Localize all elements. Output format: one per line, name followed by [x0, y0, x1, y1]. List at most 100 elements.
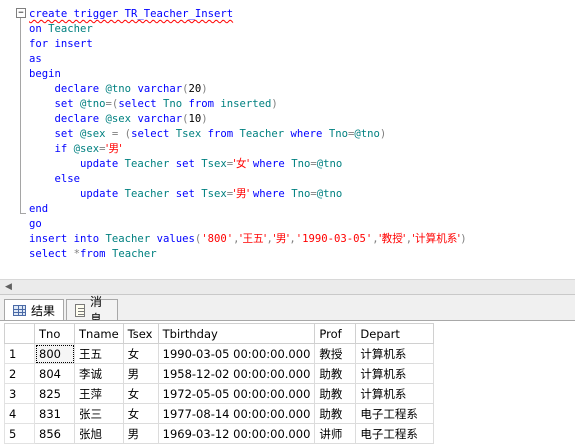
grid-cell[interactable]: 王五	[74, 343, 124, 364]
grid-cell[interactable]: 助教	[314, 383, 357, 404]
code-token: Tno	[291, 188, 311, 200]
grid-cell[interactable]: 女	[122, 343, 159, 364]
grid-cell[interactable]: 1969-03-12 00:00:00.000	[157, 423, 316, 444]
results-grid: Tno Tname Tsex Tbirthday Prof Depart 1 8…	[4, 323, 435, 444]
code-token: begin	[29, 68, 61, 80]
code-token: 20	[188, 83, 202, 95]
code-line[interactable]: declare @sex varchar(10)	[29, 112, 467, 127]
code-line[interactable]: set @sex = (select Tsex from Teacher whe…	[29, 127, 467, 142]
code-token: = (	[111, 128, 132, 140]
grid-cell[interactable]: 1958-12-02 00:00:00.000	[157, 363, 316, 384]
fold-guide-end	[20, 213, 26, 214]
table-row[interactable]: 1 800 王五 女 1990-03-05 00:00:00.000 教授 计算…	[4, 343, 435, 364]
code-text[interactable]: create trigger TR_Teacher_Insert on Teach…	[29, 7, 467, 262]
column-header[interactable]: Prof	[314, 323, 357, 344]
grid-cell[interactable]: 831	[34, 403, 75, 424]
grid-cell[interactable]: 825	[34, 383, 75, 404]
grid-cell[interactable]: 王萍	[74, 383, 124, 404]
code-line[interactable]: insert into Teacher values('800','王五','男…	[29, 232, 467, 247]
code-token: @sex	[80, 128, 112, 140]
code-line[interactable]: on Teacher	[29, 22, 467, 37]
code-line[interactable]: select *from Teacher	[29, 247, 467, 262]
grid-cell[interactable]: 女	[122, 403, 159, 424]
grid-cell[interactable]: 电子工程系	[355, 403, 435, 424]
code-token: )	[201, 113, 208, 125]
grid-cell[interactable]: 856	[34, 423, 75, 444]
code-line[interactable]: go	[29, 217, 467, 232]
code-token: insert into	[29, 233, 106, 245]
code-line[interactable]: for insert	[29, 37, 467, 52]
grid-cell[interactable]: 讲师	[314, 423, 357, 444]
code-token: Teacher	[105, 233, 157, 245]
column-header[interactable]: Tname	[74, 323, 124, 344]
table-row[interactable]: 5 856 张旭 男 1969-03-12 00:00:00.000 讲师 电子…	[4, 423, 435, 444]
code-line[interactable]: declare @tno varchar(20)	[29, 82, 467, 97]
tab-results-label: 结果	[31, 304, 56, 318]
code-line[interactable]: update Teacher set Tsex='女' where Tno=@t…	[29, 157, 467, 172]
grid-cell[interactable]: 助教	[314, 363, 357, 384]
code-token: '男'	[272, 233, 290, 245]
code-token: for insert	[29, 38, 93, 50]
code-line[interactable]: else	[29, 172, 467, 187]
grid-cell[interactable]: 教授	[314, 343, 357, 364]
row-number[interactable]: 1	[4, 343, 35, 364]
grid-cell[interactable]: 男	[122, 363, 159, 384]
table-row[interactable]: 3 825 王萍 女 1972-05-05 00:00:00.000 助教 计算…	[4, 383, 435, 404]
column-header[interactable]: Depart	[355, 323, 435, 344]
grid-cell[interactable]: 计算机系	[355, 383, 435, 404]
grid-cell[interactable]: 张三	[74, 403, 124, 424]
code-token: )	[271, 98, 278, 110]
code-line[interactable]: update Teacher set Tsex='男' where Tno=@t…	[29, 187, 467, 202]
grid-cell[interactable]: 助教	[314, 403, 357, 424]
code-token: @tno	[105, 83, 138, 95]
grid-corner[interactable]	[4, 323, 35, 344]
grid-cell[interactable]: 1990-03-05 00:00:00.000	[157, 343, 316, 364]
grid-cell[interactable]: 1977-08-14 00:00:00.000	[157, 403, 316, 424]
editor-horizontal-scrollbar[interactable]: ◀	[0, 279, 575, 294]
code-token: values	[156, 233, 195, 245]
collapse-icon[interactable]: −	[16, 8, 26, 18]
code-token: @tno	[80, 98, 106, 110]
grid-cell[interactable]: 李诚	[74, 363, 124, 384]
grid-cell[interactable]: 张旭	[74, 423, 124, 444]
column-header[interactable]: Tno	[34, 323, 75, 344]
code-line[interactable]: as	[29, 52, 467, 67]
scroll-left-icon[interactable]: ◀	[5, 282, 12, 292]
grid-cell[interactable]: 1972-05-05 00:00:00.000	[157, 383, 316, 404]
results-tab-bar: 结果 消息	[0, 294, 575, 326]
grid-cell[interactable]: 女	[122, 383, 159, 404]
code-token: =(	[105, 98, 119, 110]
sql-editor[interactable]: − create trigger TR_Teacher_Insert on Tea…	[0, 0, 575, 280]
row-number[interactable]: 3	[4, 383, 35, 404]
code-token: Teacher	[124, 158, 176, 170]
grid-cell[interactable]: 800	[34, 343, 75, 364]
grid-cell[interactable]: 804	[34, 363, 75, 384]
table-row[interactable]: 4 831 张三 女 1977-08-14 00:00:00.000 助教 电子…	[4, 403, 435, 424]
tab-messages[interactable]: 消息	[66, 295, 118, 326]
column-header[interactable]: Tsex	[122, 323, 159, 344]
row-number[interactable]: 5	[4, 423, 35, 444]
code-token: if	[29, 143, 74, 155]
code-token: Tno	[328, 128, 348, 140]
row-number[interactable]: 4	[4, 403, 35, 424]
code-line[interactable]: if @sex='男'	[29, 142, 467, 157]
grid-icon	[13, 305, 26, 316]
code-token: Tsex	[201, 188, 227, 200]
code-token: Teacher	[239, 128, 291, 140]
table-row[interactable]: 2 804 李诚 男 1958-12-02 00:00:00.000 助教 计算…	[4, 363, 435, 384]
editor-gutter: −	[0, 0, 26, 280]
tab-results[interactable]: 结果	[4, 299, 64, 321]
column-header[interactable]: Tbirthday	[157, 323, 316, 344]
code-line[interactable]: set @tno=(select Tno from inserted)	[29, 97, 467, 112]
row-number[interactable]: 2	[4, 363, 35, 384]
grid-cell[interactable]: 计算机系	[355, 363, 435, 384]
grid-cell[interactable]: 计算机系	[355, 343, 435, 364]
code-line[interactable]: end	[29, 202, 467, 217]
code-line[interactable]: begin	[29, 67, 467, 82]
code-token: )	[379, 128, 387, 140]
code-line[interactable]: create trigger TR_Teacher_Insert	[29, 7, 467, 22]
grid-cell[interactable]: 电子工程系	[355, 423, 435, 444]
code-token: '男'	[105, 143, 122, 155]
grid-cell[interactable]: 男	[122, 423, 159, 444]
code-token: @sex	[73, 143, 100, 155]
